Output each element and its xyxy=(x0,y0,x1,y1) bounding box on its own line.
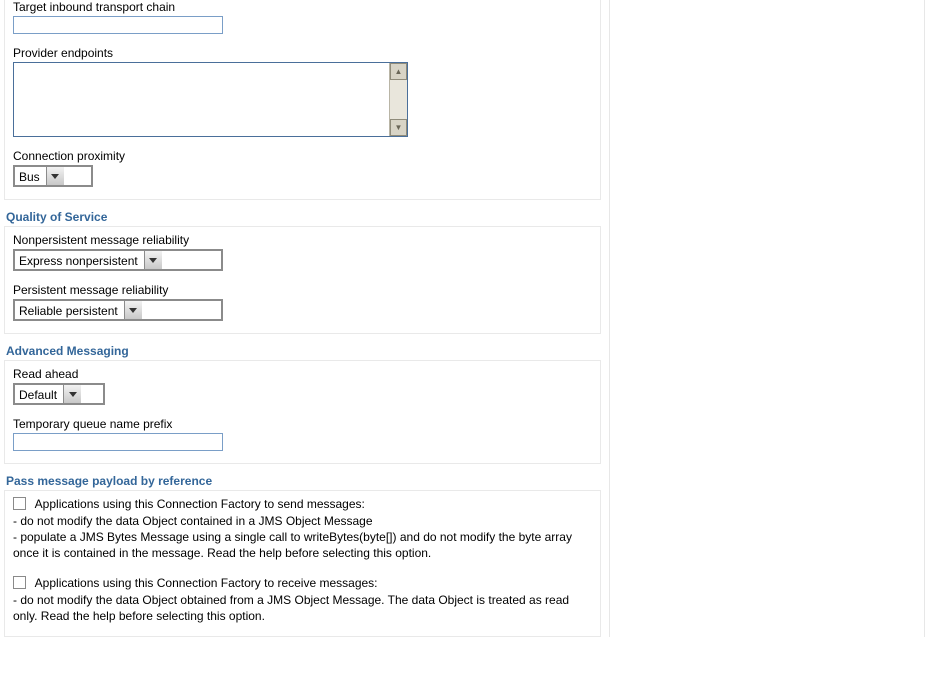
scroll-up-icon[interactable]: ▲ xyxy=(390,63,407,80)
nonpersistent-value: Express nonpersistent xyxy=(15,251,144,269)
payload-recv-help: - do not modify the data Object obtained… xyxy=(13,592,592,624)
nonpersistent-select[interactable]: Express nonpersistent xyxy=(13,249,223,271)
temp-queue-input[interactable] xyxy=(13,433,223,451)
connection-proximity-value: Bus xyxy=(15,167,46,185)
persistent-label: Persistent message reliability xyxy=(13,283,592,297)
qos-title: Quality of Service xyxy=(6,210,605,224)
provider-endpoints-label: Provider endpoints xyxy=(13,46,592,60)
main-column: Target inbound transport chain Provider … xyxy=(0,0,610,637)
read-ahead-field: Read ahead Default xyxy=(13,367,592,405)
temp-queue-label: Temporary queue name prefix xyxy=(13,417,592,431)
read-ahead-select[interactable]: Default xyxy=(13,383,105,405)
payload-title: Pass message payload by reference xyxy=(6,474,605,488)
target-chain-input[interactable] xyxy=(13,16,223,34)
persistent-value: Reliable persistent xyxy=(15,301,124,319)
target-chain-label: Target inbound transport chain xyxy=(13,0,592,14)
provider-endpoints-listbox[interactable]: ▲ ▼ xyxy=(13,62,408,137)
connection-proximity-field: Connection proximity Bus xyxy=(13,149,592,187)
payload-send-row: Applications using this Connection Facto… xyxy=(13,497,592,511)
chevron-down-icon xyxy=(63,385,81,403)
provider-endpoints-field: Provider endpoints ▲ ▼ xyxy=(13,46,592,137)
payload-send-label: Applications using this Connection Facto… xyxy=(35,497,365,511)
payload-recv-row: Applications using this Connection Facto… xyxy=(13,576,592,590)
adv-section: Read ahead Default Temporary queue name … xyxy=(4,360,601,464)
read-ahead-label: Read ahead xyxy=(13,367,592,381)
chevron-down-icon xyxy=(46,167,64,185)
temp-queue-field: Temporary queue name prefix xyxy=(13,417,592,451)
payload-send-checkbox[interactable] xyxy=(13,497,26,510)
payload-recv-label: Applications using this Connection Facto… xyxy=(35,576,378,590)
read-ahead-value: Default xyxy=(15,385,63,403)
adv-title: Advanced Messaging xyxy=(6,344,605,358)
listbox-scrollbar[interactable]: ▲ ▼ xyxy=(389,63,407,136)
payload-recv-checkbox[interactable] xyxy=(13,576,26,589)
target-chain-field: Target inbound transport chain xyxy=(13,0,592,34)
persistent-field: Persistent message reliability Reliable … xyxy=(13,283,592,321)
right-divider xyxy=(924,0,925,637)
payload-section: Applications using this Connection Facto… xyxy=(4,490,601,637)
nonpersistent-label: Nonpersistent message reliability xyxy=(13,233,592,247)
chevron-down-icon xyxy=(124,301,142,319)
payload-send-help: - do not modify the data Object containe… xyxy=(13,513,592,562)
connection-section: Target inbound transport chain Provider … xyxy=(4,0,601,200)
nonpersistent-field: Nonpersistent message reliability Expres… xyxy=(13,233,592,271)
page-root: Target inbound transport chain Provider … xyxy=(0,0,944,637)
qos-section: Nonpersistent message reliability Expres… xyxy=(4,226,601,334)
connection-proximity-select[interactable]: Bus xyxy=(13,165,93,187)
connection-proximity-label: Connection proximity xyxy=(13,149,592,163)
scroll-down-icon[interactable]: ▼ xyxy=(390,119,407,136)
persistent-select[interactable]: Reliable persistent xyxy=(13,299,223,321)
chevron-down-icon xyxy=(144,251,162,269)
